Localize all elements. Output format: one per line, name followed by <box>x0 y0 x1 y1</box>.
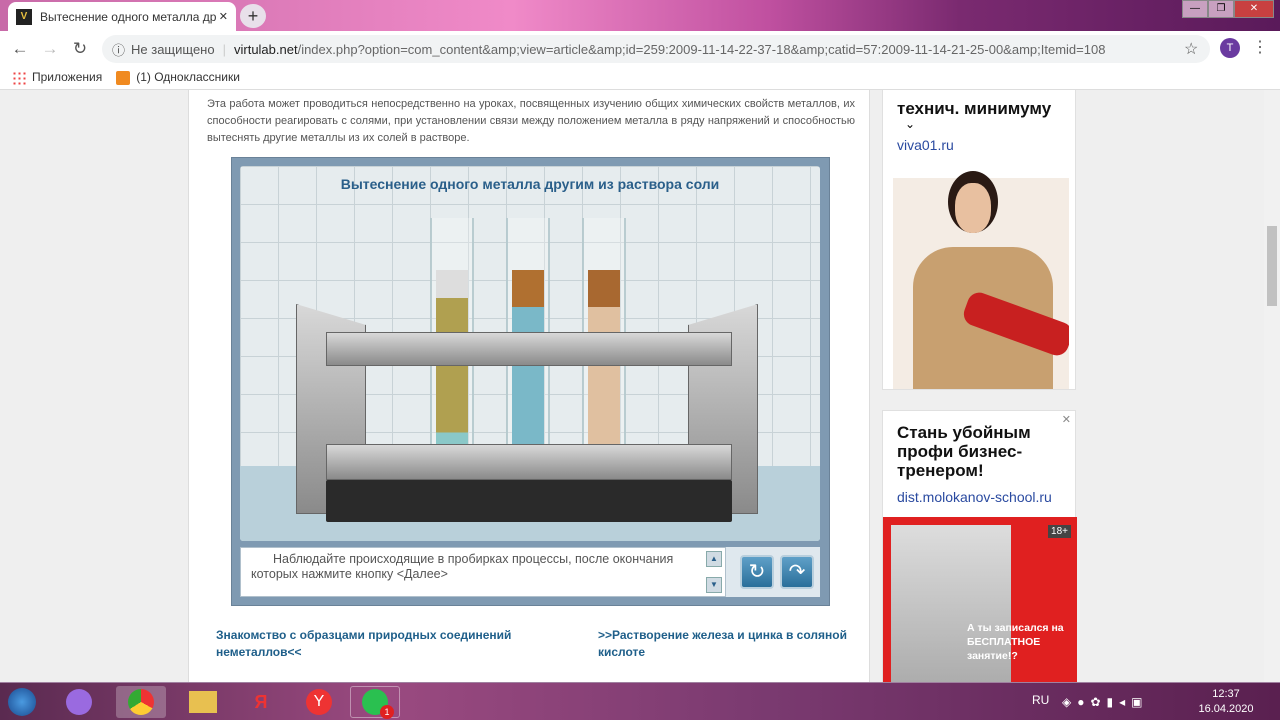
scroll-down-button[interactable]: ▼ <box>706 577 722 593</box>
clock-time: 12:37 <box>1212 688 1240 700</box>
ad-headline[interactable]: Стань убойным профи бизнес-тренером! <box>897 423 1047 480</box>
ok-icon <box>116 70 131 85</box>
ad-headline[interactable]: технич. минимуму <box>897 99 1051 118</box>
bookmarks-bar: Приложения (1) Одноклассники <box>0 66 1280 90</box>
taskbar: Я Y 1 RU ◈●✿▮◂▣ 12:37 16.04.2020 <box>0 682 1280 720</box>
ad-domain[interactable]: viva01.ru <box>897 137 954 153</box>
page-viewport: Эта работа может проводиться непосредств… <box>0 90 1264 682</box>
tab-close-icon[interactable]: ✕ <box>219 10 228 23</box>
virtulab-favicon: V <box>16 8 32 25</box>
notification-badge: 1 <box>380 705 394 719</box>
url-path[interactable]: /index.php?option=com_content&amp;view=a… <box>298 42 1106 57</box>
next-article-link[interactable]: >>Растворение железа и цинка в соляной к… <box>598 627 848 661</box>
bookmark-star-icon[interactable]: ☆ <box>1184 39 1198 59</box>
simulation-frame: Вытеснение одного металла другим из раст… <box>231 157 830 606</box>
tab-title: Вытеснение одного металла др <box>40 9 217 24</box>
control-panel: Наблюдайте происходящие в пробирках проц… <box>240 547 820 597</box>
yandex-icon[interactable]: Я <box>236 686 286 718</box>
toolbar: ← → ↻ ⓘ Не защищено | virtulab.net/index… <box>0 31 1280 66</box>
bookmark-apps[interactable]: Приложения <box>12 70 102 85</box>
rack-base <box>326 480 732 522</box>
restart-button[interactable]: ↻ <box>740 555 774 589</box>
new-tab-button[interactable]: + <box>240 4 266 28</box>
ad-close-icon[interactable]: ✕ <box>1062 413 1071 426</box>
age-badge: 18+ <box>1048 525 1071 538</box>
page-scrollbar[interactable] <box>1264 90 1280 682</box>
url-host[interactable]: virtulab.net <box>234 42 298 57</box>
active-tab[interactable]: V Вытеснение одного металла др ✕ <box>8 2 236 31</box>
reload-icon[interactable]: ↻ <box>65 39 95 59</box>
article-column: Эта работа может проводиться непосредств… <box>188 90 870 682</box>
apps-grid-icon <box>12 70 26 85</box>
yandex-browser-icon[interactable]: Y <box>294 686 344 718</box>
rack-top-bar <box>326 332 732 366</box>
bookmark-label: (1) Одноклассники <box>136 70 240 85</box>
profile-avatar[interactable]: T <box>1220 38 1240 58</box>
prev-article-link[interactable]: Знакомство с образцами природных соедине… <box>216 627 516 661</box>
ad-banner[interactable]: 18+ А ты записался на БЕСПЛАТНОЕ занятие… <box>883 517 1077 682</box>
maximize-button[interactable]: ❐ <box>1208 0 1234 18</box>
alice-icon[interactable] <box>56 686 102 718</box>
whatsapp-icon[interactable]: 1 <box>350 686 400 719</box>
minimize-button[interactable]: — <box>1182 0 1208 18</box>
rack-middle-bar <box>326 444 732 480</box>
scrollbar-thumb[interactable] <box>1267 226 1277 306</box>
ad-image-woman-extinguisher[interactable] <box>893 167 1069 389</box>
clock-date: 16.04.2020 <box>1198 703 1254 715</box>
next-button[interactable]: ↷ <box>780 555 814 589</box>
start-button[interactable] <box>2 686 42 718</box>
explorer-icon[interactable] <box>178 686 228 718</box>
expand-chevron-icon[interactable]: ⌄ <box>905 117 915 131</box>
instruction-text: Наблюдайте происходящие в пробирках проц… <box>240 547 726 597</box>
ad-domain[interactable]: dist.molokanov-school.ru <box>897 489 1052 505</box>
ad-block-2[interactable]: ✕ Стань убойным профи бизнес-тренером! d… <box>882 410 1077 682</box>
close-window-button[interactable]: ✕ <box>1234 0 1274 18</box>
bookmark-odnoklassniki[interactable]: (1) Одноклассники <box>116 70 240 85</box>
scroll-up-button[interactable]: ▲ <box>706 551 722 567</box>
address-bar[interactable]: ⓘ Не защищено | virtulab.net/index.php?o… <box>102 35 1210 63</box>
article-intro: Эта работа может проводиться непосредств… <box>207 98 855 144</box>
clock[interactable]: 12:37 16.04.2020 <box>1196 687 1256 717</box>
simulation-title: Вытеснение одного металла другим из раст… <box>340 176 720 192</box>
security-label[interactable]: Не защищено <box>131 42 215 57</box>
back-icon[interactable]: ← <box>5 39 35 59</box>
ad-banner-text: А ты записался на БЕСПЛАТНОЕ занятие!? <box>967 622 1064 662</box>
lab-scene: Вытеснение одного металла другим из раст… <box>240 166 820 541</box>
chrome-icon[interactable] <box>116 686 166 718</box>
bookmark-label: Приложения <box>32 70 103 85</box>
ad-block-1[interactable]: технич. минимуму ⌄ viva01.ru <box>882 90 1076 390</box>
info-icon[interactable]: ⓘ <box>112 40 125 59</box>
tray-icons[interactable]: ◈●✿▮◂▣ <box>1062 695 1149 709</box>
menu-icon[interactable]: ⋮ <box>1252 37 1268 57</box>
forward-icon[interactable]: → <box>35 39 65 59</box>
language-indicator[interactable]: RU <box>1032 693 1049 707</box>
